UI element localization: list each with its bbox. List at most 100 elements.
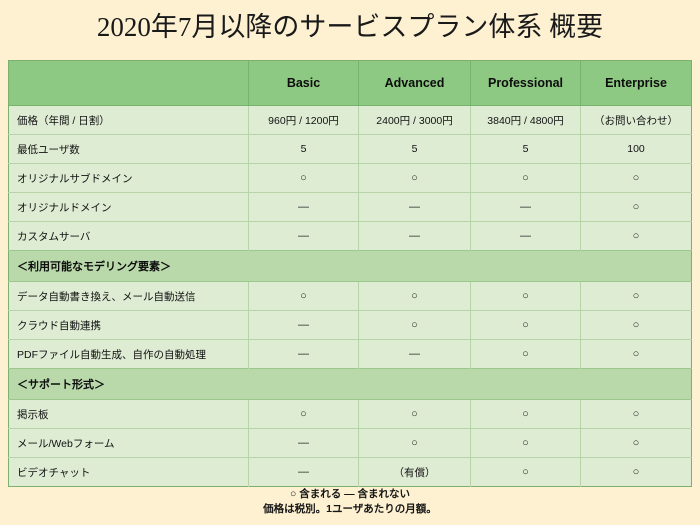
not-included-dash-icon: ― [409,348,420,360]
cell-advanced: ― [358,221,471,251]
cell-basic: ― [248,428,359,458]
feature-text: 最低ユーザ数 [17,143,80,156]
included-circle-icon: ○ [632,319,640,331]
included-circle-icon: ○ [632,290,640,302]
cell-advanced: 5 [358,134,471,164]
table-row: 価格（年間 / 日割） 960円 / 1200円 2400円 / 3000円 3840… [8,105,692,135]
included-circle-icon: ○ [632,201,640,213]
included-circle-icon: ○ [632,466,640,478]
not-included-dash-icon: ― [298,230,309,242]
feature-label: オリジナルサブドメイン [8,163,249,193]
cell-value: 5 [522,143,529,155]
cell-enterprise: ○ [580,281,692,311]
included-circle-icon: ○ [522,290,529,302]
cell-professional: 3840円 / 4800円 [470,105,581,135]
not-included-dash-icon: ― [298,437,309,449]
included-circle-icon: ○ [632,348,640,360]
table-row: メール/Webフォーム ― ○ ○ ○ [8,428,692,458]
not-included-dash-icon: ― [298,466,309,478]
cell-professional: ○ [470,310,581,340]
section-title: ＜サポート形式＞ [8,368,692,400]
column-header-advanced: Advanced [358,60,471,106]
cell-basic: ― [248,221,359,251]
table-section-row: ＜利用可能なモデリング要素＞ [8,250,692,282]
cell-basic: ― [248,310,359,340]
included-circle-icon: ○ [522,172,529,184]
table-body: 価格（年間 / 日割） 960円 / 1200円 2400円 / 3000円 3840… [8,105,692,487]
feature-label: 価格（年間 / 日割） [8,105,249,135]
not-included-dash-icon: ― [409,230,420,242]
included-circle-icon: ○ [632,408,640,420]
cell-advanced: ― [358,192,471,222]
column-header-feature [8,60,249,106]
feature-label: オリジナルドメイン [8,192,249,222]
not-included-dash-icon: ― [298,319,309,331]
feature-label: PDFファイル自動生成、自作の自動処理 [8,339,249,369]
cell-value: 960円 / 1200円 [268,114,339,127]
cell-value: 5 [411,143,418,155]
cell-basic: ○ [248,163,359,193]
footnote-legend: ○ 含まれる ― 含まれない [289,488,411,500]
feature-text: ビデオチャット [17,466,91,479]
footnote-pricing: 価格は税別。1ユーザあたりの月額。 [263,503,437,515]
cell-professional: ― [470,192,581,222]
cell-value: 3840円 / 4800円 [487,114,564,127]
table-row: PDFファイル自動生成、自作の自動処理 ― ― ○ ○ [8,339,692,369]
table-row: カスタムサーバ ― ― ― ○ [8,221,692,251]
feature-label: ビデオチャット [8,457,249,487]
not-included-dash-icon: ― [520,230,531,242]
table-row: オリジナルドメイン ― ― ― ○ [8,192,692,222]
feature-text: メール/Webフォーム [17,437,115,450]
cell-enterprise: ○ [580,339,692,369]
cell-basic: ○ [248,281,359,311]
table-section-row: ＜サポート形式＞ [8,368,692,400]
feature-label: メール/Webフォーム [8,428,249,458]
feature-text: PDFファイル自動生成、自作の自動処理 [17,348,206,361]
cell-professional: ○ [470,339,581,369]
cell-advanced: （有償） [358,457,471,487]
feature-label: 最低ユーザ数 [8,134,249,164]
cell-enterprise: ○ [580,163,692,193]
feature-text: クラウド自動連携 [17,319,101,332]
table-row: オリジナルサブドメイン ○ ○ ○ ○ [8,163,692,193]
table-header: Basic Advanced Professional Enterprise [8,60,692,106]
cell-professional: ○ [470,399,581,429]
column-header-basic: Basic [248,60,359,106]
cell-value: （お問い合わせ） [594,114,678,127]
included-circle-icon: ○ [522,348,529,360]
cell-enterprise: ○ [580,221,692,251]
cell-basic: ○ [248,399,359,429]
cell-basic: ― [248,339,359,369]
cell-enterprise: ○ [580,457,692,487]
included-circle-icon: ○ [411,290,418,302]
column-header-professional: Professional [470,60,581,106]
feature-label: カスタムサーバ [8,221,249,251]
cell-enterprise: ○ [580,399,692,429]
included-circle-icon: ○ [300,290,307,302]
feature-label: データ自動書き換え、メール自動送信 [8,281,249,311]
section-title: ＜利用可能なモデリング要素＞ [8,250,692,282]
feature-label: 掲示板 [8,399,249,429]
cell-professional: ○ [470,281,581,311]
cell-professional: ○ [470,457,581,487]
feature-text: オリジナルドメイン [17,201,112,214]
cell-basic: ― [248,192,359,222]
cell-professional: ○ [470,163,581,193]
included-circle-icon: ○ [522,466,529,478]
not-included-dash-icon: ― [298,348,309,360]
footnotes: ○ 含まれる ― 含まれない 価格は税別。1ユーザあたりの月額。 [0,487,700,517]
included-circle-icon: ○ [632,172,640,184]
cell-enterprise: ○ [580,192,692,222]
feature-text: オリジナルサブドメイン [17,172,133,185]
not-included-dash-icon: ― [409,201,420,213]
cell-basic: 960円 / 1200円 [248,105,359,135]
included-circle-icon: ○ [300,172,307,184]
included-circle-icon: ○ [411,172,418,184]
table-row: ビデオチャット ― （有償） ○ ○ [8,457,692,487]
cell-professional: 5 [470,134,581,164]
cell-professional: ― [470,221,581,251]
included-circle-icon: ○ [411,408,418,420]
plan-table-container: Basic Advanced Professional Enterprise 価… [8,60,692,487]
cell-value: 2400円 / 3000円 [376,114,453,127]
feature-text: 価格（年間 / 日割） [17,114,110,127]
